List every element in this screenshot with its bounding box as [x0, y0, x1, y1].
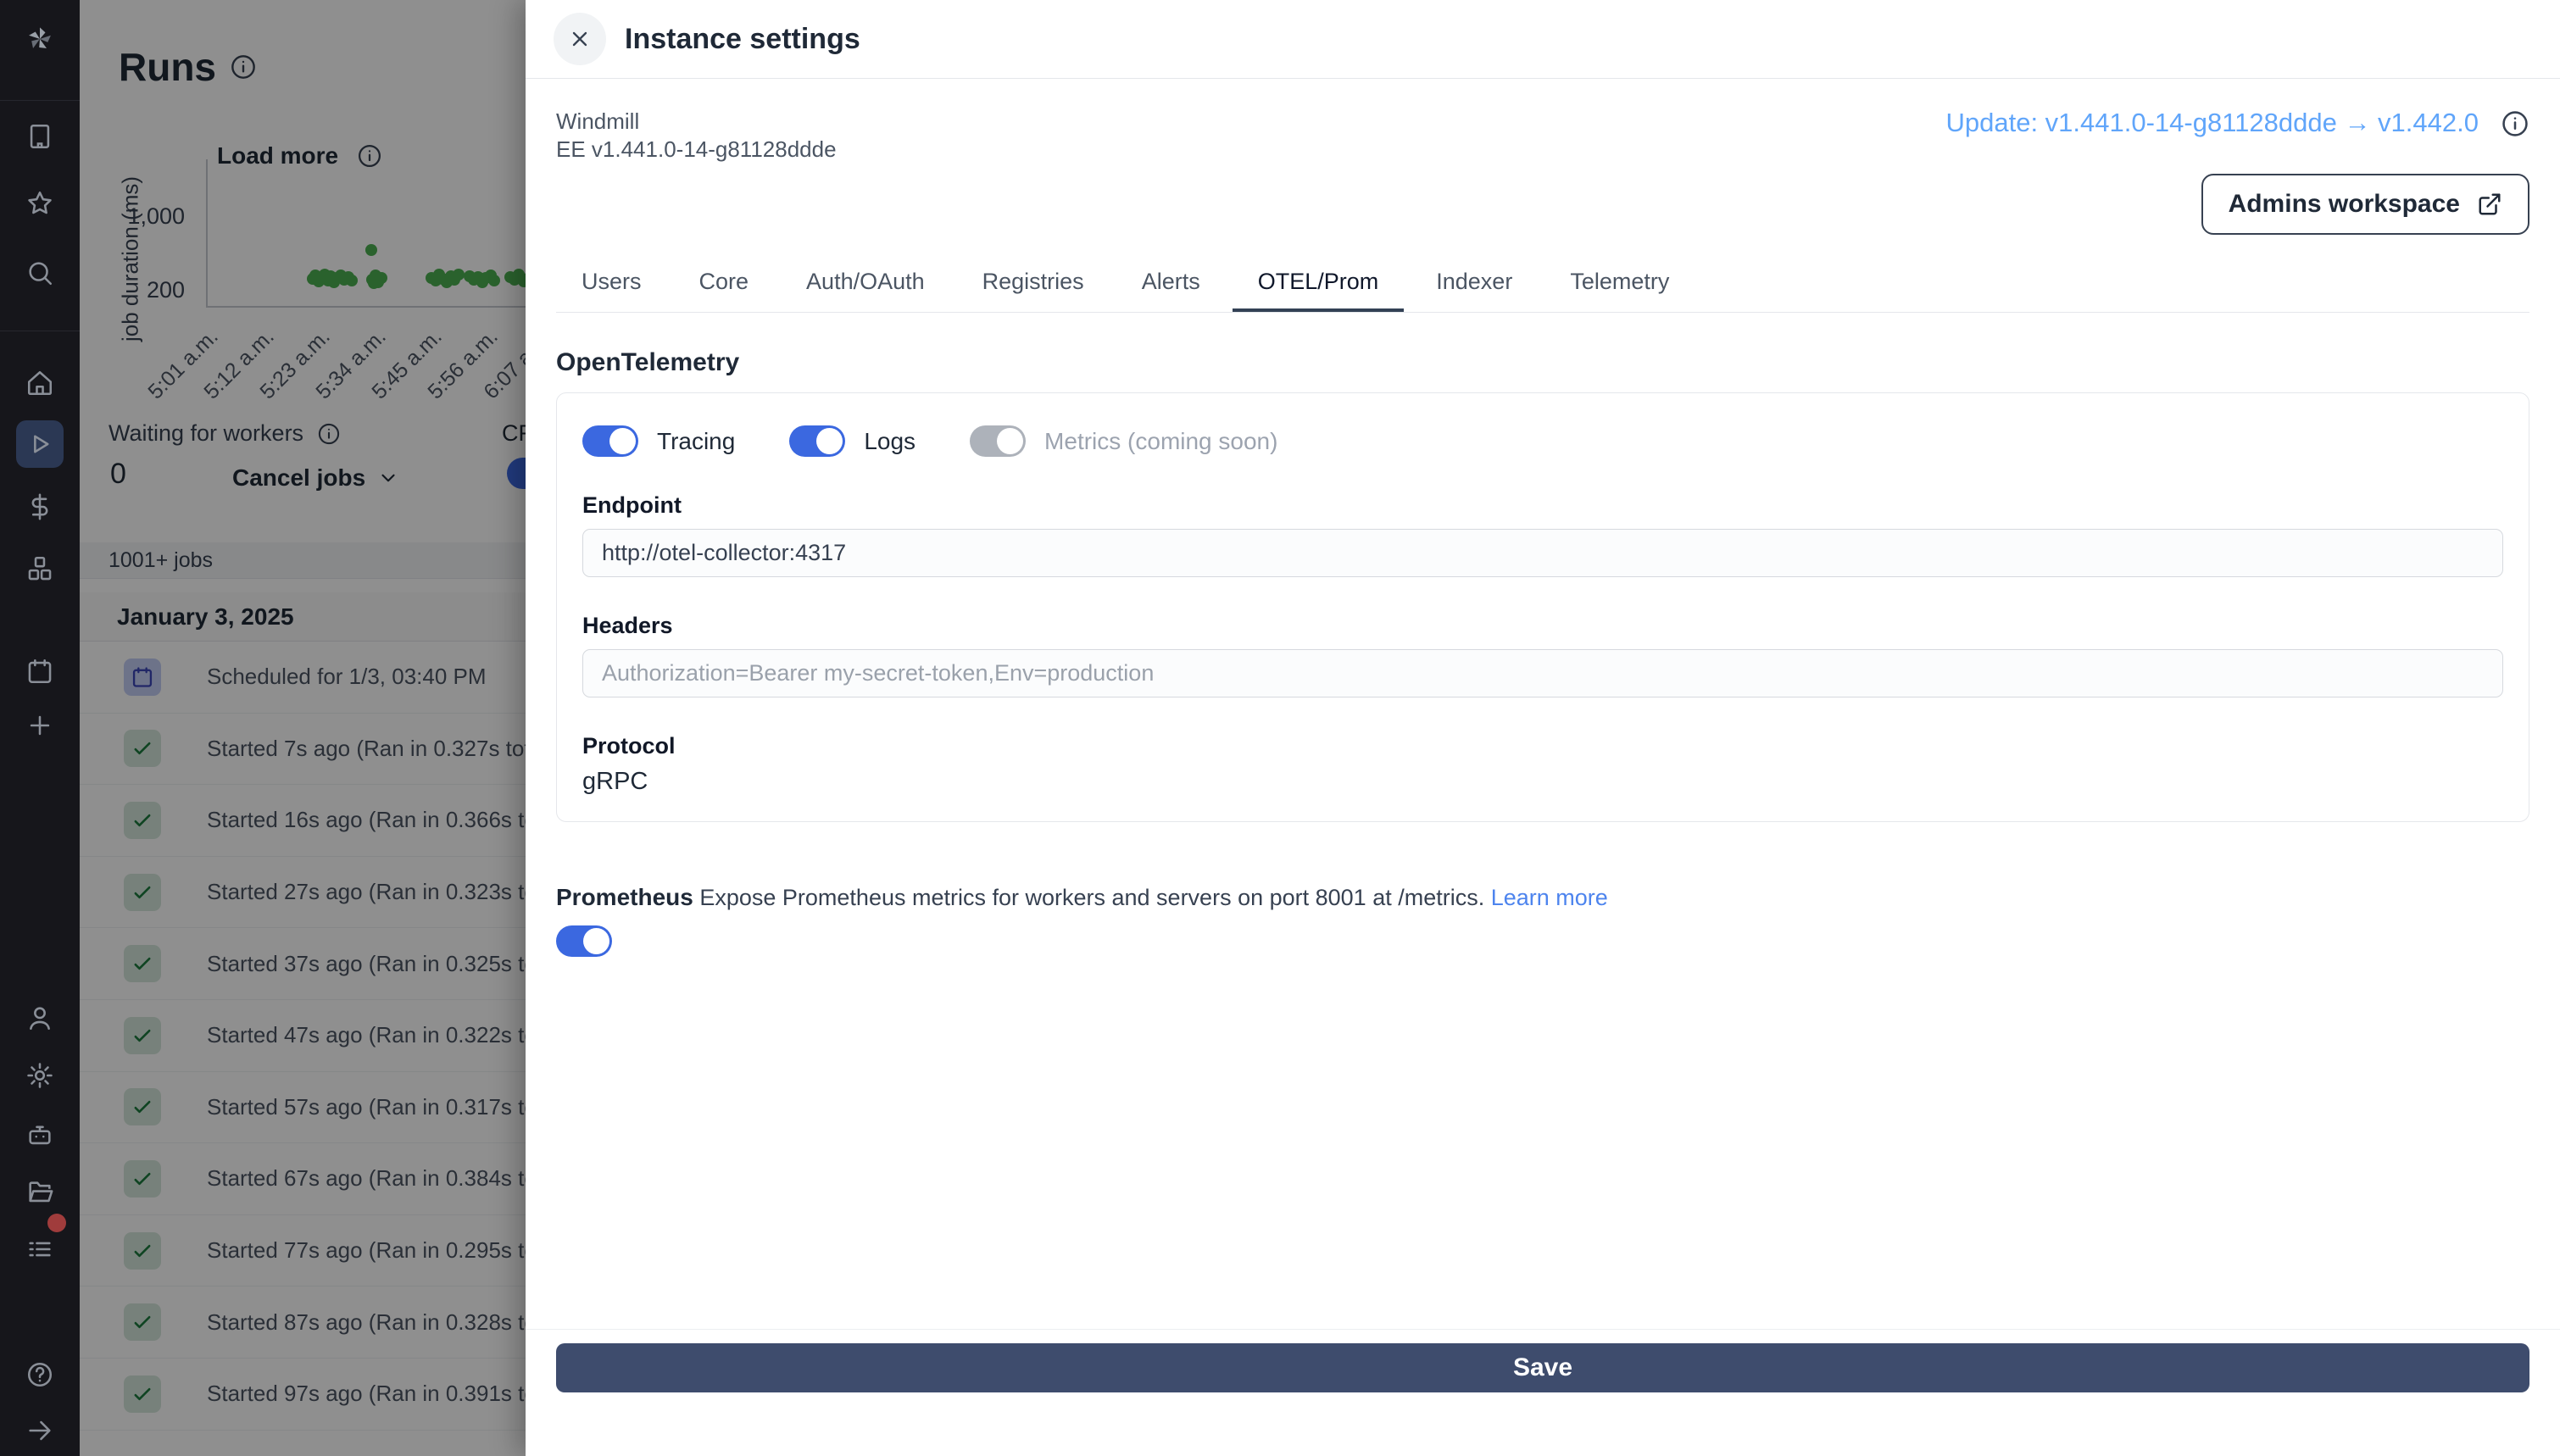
tab-otel-prom[interactable]: OTEL/Prom — [1232, 269, 1405, 312]
tab-registries[interactable]: Registries — [957, 269, 1110, 312]
admins-row: Admins workspace — [556, 174, 2529, 235]
tab-indexer[interactable]: Indexer — [1411, 269, 1538, 312]
play-icon[interactable] — [16, 420, 64, 468]
list-icon[interactable] — [16, 1225, 64, 1273]
user-icon[interactable] — [16, 994, 64, 1042]
star-icon[interactable] — [16, 180, 64, 227]
tab-label: Core — [698, 269, 749, 294]
help-icon[interactable] — [16, 1351, 64, 1398]
search-icon[interactable] — [16, 249, 64, 297]
info-icon[interactable] — [2501, 109, 2529, 138]
save-bar: Save — [526, 1329, 2560, 1413]
instance-settings-modal: Instance settings Windmill EE v1.441.0-1… — [526, 0, 2560, 1456]
update-link[interactable]: Update: v1.441.0-14-g81128ddde → v1.442.… — [1945, 108, 2479, 138]
headers-input[interactable] — [582, 649, 2503, 697]
calendar-icon[interactable] — [16, 647, 64, 695]
toggle-knob — [997, 428, 1024, 454]
home-icon[interactable] — [16, 359, 64, 407]
tab-alerts[interactable]: Alerts — [1116, 269, 1226, 312]
external-link-icon — [2479, 193, 2501, 215]
arrow-right-icon[interactable] — [16, 1407, 64, 1454]
prometheus-toggle[interactable] — [556, 925, 612, 957]
toggle-knob — [816, 428, 843, 454]
windmill-logo-icon — [16, 15, 64, 63]
toggle-knob — [583, 928, 609, 954]
tab-label: Alerts — [1141, 269, 1200, 294]
close-button[interactable] — [554, 13, 606, 65]
dollar-icon[interactable] — [16, 483, 64, 531]
modal-header: Instance settings — [526, 0, 2560, 79]
cubes-icon[interactable] — [16, 545, 64, 592]
protocol-label: Protocol — [582, 733, 676, 759]
gear-icon[interactable] — [16, 1052, 64, 1099]
learn-more-link[interactable]: Learn more — [1491, 885, 1608, 910]
sidebar — [0, 0, 80, 1456]
toggle-metrics-coming-soon[interactable] — [970, 425, 1027, 457]
tab-label: OTEL/Prom — [1257, 269, 1379, 294]
close-icon — [572, 31, 587, 47]
version-info: Windmill EE v1.441.0-14-g81128ddde — [556, 108, 837, 164]
tab-users[interactable]: Users — [556, 269, 667, 312]
otel-toggles: Tracing Logs Metrics (coming soon) — [582, 425, 2503, 457]
toggle-logs[interactable] — [789, 425, 846, 457]
app-version: EE v1.441.0-14-g81128ddde — [556, 136, 837, 162]
admins-workspace-label: Admins workspace — [2228, 190, 2460, 218]
settings-tabs: Users Core Auth/OAuth Registries Alerts OTEL/… — [556, 269, 2529, 313]
update-wrap: Update: v1.441.0-14-g81128ddde → v1.442.… — [1945, 108, 2529, 164]
prometheus-description: Expose Prometheus metrics for workers an… — [699, 885, 1485, 910]
sidebar-divider — [0, 100, 80, 101]
toggle-label: Metrics (coming soon) — [1044, 427, 1278, 454]
tab-core[interactable]: Core — [674, 269, 775, 312]
tab-label: Auth/OAuth — [806, 269, 925, 294]
endpoint-label: Endpoint — [582, 492, 682, 518]
app-name: Windmill — [556, 108, 640, 134]
otel-box: Tracing Logs Metrics (coming soon) Endpo… — [556, 392, 2529, 822]
plus-icon[interactable] — [16, 702, 64, 749]
prometheus-section: Prometheus Expose Prometheus metrics for… — [556, 881, 2529, 914]
save-button[interactable]: Save — [556, 1343, 2529, 1392]
folder-icon[interactable] — [16, 1169, 64, 1216]
building-icon[interactable] — [16, 113, 64, 160]
tab-label: Telemetry — [1570, 269, 1670, 294]
admins-workspace-button[interactable]: Admins workspace — [2201, 174, 2529, 235]
tab-label: Registries — [982, 269, 1084, 294]
toggle-knob — [609, 428, 636, 454]
modal-body: Windmill EE v1.441.0-14-g81128ddde Updat… — [526, 108, 2560, 1413]
robot-icon[interactable] — [16, 1111, 64, 1159]
headers-label: Headers — [582, 613, 673, 638]
otel-heading: OpenTelemetry — [556, 348, 740, 376]
tab-label: Users — [582, 269, 642, 294]
notification-badge — [47, 1214, 66, 1232]
toggle-label: Tracing — [657, 427, 736, 454]
modal-title: Instance settings — [625, 22, 860, 55]
tab-label: Indexer — [1436, 269, 1513, 294]
toggle-tracing[interactable] — [582, 425, 638, 457]
tab-telemetry[interactable]: Telemetry — [1544, 269, 1695, 312]
toggle-label: Logs — [864, 427, 916, 454]
prometheus-title: Prometheus — [556, 884, 693, 910]
protocol-value: gRPC — [582, 768, 648, 795]
version-row: Windmill EE v1.441.0-14-g81128ddde Updat… — [556, 108, 2529, 164]
tab-auth-oauth[interactable]: Auth/OAuth — [781, 269, 950, 312]
endpoint-input[interactable] — [582, 529, 2503, 577]
